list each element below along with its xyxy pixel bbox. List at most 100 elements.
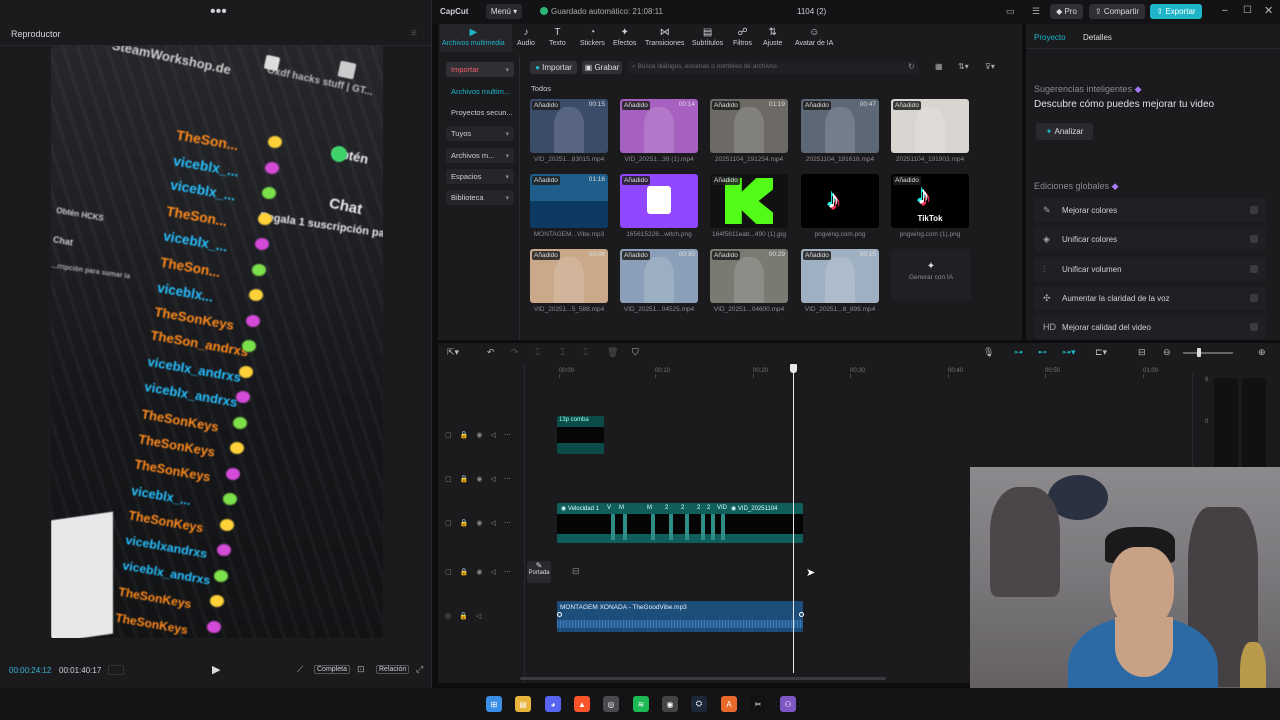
brave-icon[interactable]: ▲ [574, 696, 590, 712]
track-controls[interactable]: ▢🔒◉◁⋯ [445, 519, 519, 527]
waveform-icon[interactable] [108, 665, 124, 675]
media-thumbnail[interactable]: Añadido 01:19 [710, 99, 788, 153]
playhead[interactable] [793, 366, 794, 673]
video-clip[interactable]: V M M 2 2 2 2 VID ◉ Velocidad 1 ◉ VID_20251104 [557, 503, 803, 543]
snapshot-icon[interactable]: ⊡ [357, 664, 365, 675]
split-right-icon[interactable]: ⌶ [583, 347, 588, 358]
media-thumbnail[interactable]: Añadido 00:30 [620, 249, 698, 303]
media-thumbnail[interactable]: Añadido 01:16 [530, 174, 608, 228]
toggle-icon[interactable] [1250, 206, 1258, 214]
toolbar-tab[interactable]: ✦ Efectos [613, 26, 636, 47]
delete-icon[interactable]: 🗑 [607, 347, 618, 358]
media-thumbnail[interactable]: ♪ TikTok Añadido [891, 174, 969, 228]
media-thumbnail[interactable]: Añadido 00:14 [620, 99, 698, 153]
toolbar-tab[interactable]: ⇅ Ajuste [763, 26, 782, 47]
fade-handle[interactable] [799, 612, 804, 617]
obs-icon[interactable]: ◉ [662, 696, 678, 712]
ratio-button[interactable]: Relación [376, 665, 410, 674]
chrome-icon[interactable]: ◎ [603, 696, 619, 712]
fullscreen-icon[interactable]: ⤢ [416, 664, 423, 675]
toolbar-tab[interactable]: ☍ Filtros [733, 26, 752, 47]
global-edit-item[interactable]: ✣ Aumentar la claridad de la voz [1034, 286, 1266, 310]
crop-icon[interactable]: ⟋ [297, 664, 303, 675]
close-icon[interactable]: ✕ [1264, 4, 1273, 17]
toolbar-tab[interactable]: ▤ Subtítulos [692, 26, 723, 47]
player-menu-icon[interactable]: ≡ [411, 28, 417, 39]
sidebar-item[interactable]: Espacios ▾ [446, 169, 514, 184]
track-controls[interactable]: ▢🔒◉◁⋯ [445, 568, 519, 576]
share-button[interactable]: ⇪ Compartir [1089, 4, 1145, 19]
tab-details[interactable]: Detalles [1083, 33, 1112, 42]
audio-clip[interactable]: MONTAGEM XONADA - TheGoodVibe.mp3 [557, 601, 803, 632]
redo-icon[interactable]: ↷ [511, 347, 519, 358]
sidebar-item[interactable]: Archivos multim... [446, 84, 514, 99]
menu-button[interactable]: Menú ▾ [486, 4, 522, 19]
track-controls[interactable]: ◎🔒◁ [445, 612, 489, 620]
sort-icon[interactable]: ⇅▾ [958, 62, 969, 71]
tab-project[interactable]: Proyecto [1034, 33, 1066, 42]
select-tool-icon[interactable]: ⇱▾ [447, 347, 459, 358]
split-icon[interactable]: ⌶ [535, 347, 540, 358]
analyze-button[interactable]: ✦ Analizar [1036, 123, 1093, 140]
media-thumbnail[interactable]: Añadido [620, 174, 698, 228]
toolbar-tab[interactable]: ☺ Avatar de IA [795, 26, 833, 47]
play-icon[interactable]: ▶ [212, 663, 220, 676]
filter-icon[interactable]: ⊽▾ [985, 62, 995, 71]
steam-icon[interactable]: ⛭ [691, 696, 707, 712]
zoom-in-icon[interactable]: ⊕ [1258, 347, 1266, 358]
shield-icon[interactable]: ⛉ [632, 347, 639, 358]
toggle-icon[interactable] [1250, 265, 1258, 273]
refresh-icon[interactable]: ↻ [908, 62, 915, 71]
toolbar-tab[interactable]: ▶ Archivos multimedia [442, 26, 505, 47]
track-controls[interactable]: ▢🔒◉◁⋯ [445, 431, 519, 439]
track-controls[interactable]: ▢🔒◉◁⋯ [445, 475, 519, 483]
preview-axis-icon[interactable]: ⊏▾ [1095, 347, 1107, 358]
toggle-icon[interactable] [1250, 294, 1258, 302]
cover-button[interactable]: ✎ Portada [527, 561, 551, 583]
text-clip[interactable]: 13p comba [557, 416, 604, 454]
more-icon[interactable]: ••• [210, 3, 227, 21]
media-thumbnail[interactable]: Añadido 00:15 [530, 99, 608, 153]
full-button[interactable]: Completa [314, 665, 350, 674]
media-thumbnail[interactable]: ♪ [801, 174, 879, 228]
toggle-icon[interactable] [1250, 323, 1258, 331]
office-icon[interactable]: A [721, 696, 737, 712]
caption-icon[interactable]: ⊟ [1138, 347, 1146, 358]
sidebar-item[interactable]: Archivos m... ▾ [446, 148, 514, 163]
link-icon[interactable]: ⊶ [1014, 347, 1023, 358]
zoom-out-icon[interactable]: ⊖ [1163, 347, 1171, 358]
media-thumbnail[interactable]: Añadido [710, 174, 788, 228]
timeline-scrollbar[interactable] [520, 677, 886, 680]
toolbar-tab[interactable]: ♪ Audio [517, 26, 535, 47]
global-edit-item[interactable]: ✎ Mejorar colores [1034, 198, 1266, 222]
toolbar-tab[interactable]: T Texto [549, 26, 566, 47]
project-name[interactable]: 1104 (2) [797, 7, 826, 16]
toolbar-tab[interactable]: ⋈ Transiciones [645, 26, 684, 47]
files-icon[interactable]: ▤ [515, 696, 531, 712]
sidebar-item[interactable]: Proyectos secun... [446, 105, 514, 120]
global-edit-item[interactable]: ⫶ Unificar volumen [1034, 257, 1266, 281]
undo-icon[interactable]: ↶ [487, 347, 495, 358]
zoom-slider-thumb[interactable] [1197, 348, 1201, 357]
capcut-icon[interactable]: ✂ [750, 696, 766, 712]
media-thumbnail[interactable]: Añadido 00:29 [710, 249, 788, 303]
toolbar-tab[interactable]: ◔ Stickers [580, 26, 605, 47]
magnet-icon[interactable]: ⊷ [1038, 347, 1047, 358]
list-icon[interactable]: ☰ [1032, 6, 1040, 17]
sidebar-item[interactable]: Tuyos ▾ [446, 126, 514, 141]
grid-icon[interactable]: ▦ [935, 62, 943, 71]
minimize-icon[interactable]: – [1222, 5, 1228, 16]
generate-ai-button[interactable]: ✦ Generar con IA [891, 249, 971, 301]
media-thumbnail[interactable]: Añadido 00:08 [530, 249, 608, 303]
media-thumbnail[interactable]: Añadido 00:15 [801, 249, 879, 303]
maximize-icon[interactable]: ☐ [1243, 5, 1252, 16]
discord-icon[interactable]: ◕ [545, 696, 561, 712]
layout-icon[interactable]: ▭ [1006, 6, 1015, 17]
playhead-handle[interactable] [790, 364, 797, 373]
import-button[interactable]: ● Importar [530, 61, 577, 74]
global-edit-item[interactable]: ◈ Unificar colores [1034, 227, 1266, 251]
search-input[interactable]: ⌕ Busca diálogos, escenas o nombres de a… [628, 61, 918, 74]
split-left-icon[interactable]: ⌶ [560, 347, 565, 358]
start-icon[interactable]: ⊞ [486, 696, 502, 712]
vpn-icon[interactable]: ⚇ [780, 696, 796, 712]
